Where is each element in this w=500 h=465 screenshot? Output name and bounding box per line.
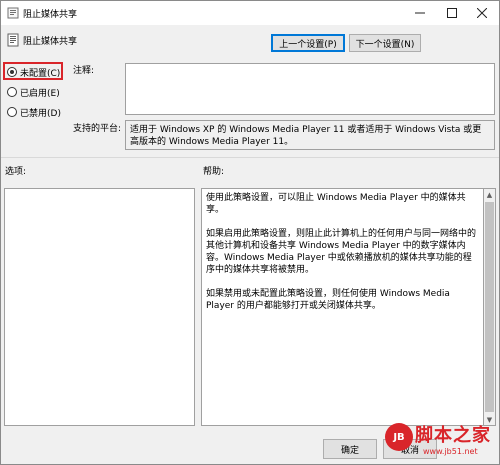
scroll-thumb[interactable] xyxy=(485,202,494,412)
minimize-icon xyxy=(415,12,425,14)
policy-setting-icon xyxy=(7,7,19,19)
maximize-icon xyxy=(447,8,457,18)
close-icon xyxy=(477,8,487,18)
radio-not-configured[interactable]: 未配置(C) xyxy=(7,65,60,79)
site-watermark: JB 脚本之家 www.jb51.net xyxy=(385,419,499,463)
help-pane[interactable]: 使用此策略设置，可以阻止 Windows Media Player 中的媒体共享… xyxy=(201,188,484,426)
comment-label: 注释: xyxy=(73,66,95,76)
watermark-logo: JB xyxy=(385,423,413,451)
maximize-button[interactable] xyxy=(437,1,467,25)
title-bar[interactable]: 阻止媒体共享 xyxy=(1,1,499,25)
help-paragraph: 如果禁用或未配置此策略设置，则任何使用 Windows Media Player… xyxy=(206,289,450,311)
help-paragraph: 使用此策略设置，可以阻止 Windows Media Player 中的媒体共享… xyxy=(206,193,466,215)
options-label: 选项: xyxy=(5,167,27,177)
radio-button[interactable] xyxy=(7,107,17,117)
policy-dialog: 阻止媒体共享 阻止媒体共享 上一个设置(P) 下一个设置(N) 未配置(C) 已… xyxy=(0,0,500,465)
help-scrollbar[interactable]: ▲ ▼ xyxy=(484,188,496,426)
window-title: 阻止媒体共享 xyxy=(23,10,78,20)
radio-label: 已启用(E) xyxy=(20,88,60,99)
comment-textarea[interactable] xyxy=(125,63,495,115)
radio-disabled[interactable]: 已禁用(D) xyxy=(7,105,61,119)
help-paragraph: 如果启用此策略设置，则阻止此计算机上的任何用户与同一网络中的其他计算机和设备共享… xyxy=(206,229,477,275)
options-pane[interactable] xyxy=(4,188,195,426)
radio-enabled[interactable]: 已启用(E) xyxy=(7,85,60,99)
previous-setting-button[interactable]: 上一个设置(P) xyxy=(271,34,345,52)
policy-document-icon xyxy=(7,33,19,47)
radio-button[interactable] xyxy=(7,87,17,97)
supported-platform-label: 支持的平台: xyxy=(73,124,122,134)
minimize-button[interactable] xyxy=(405,1,435,25)
radio-label: 已禁用(D) xyxy=(20,108,61,119)
supported-platform-text: 适用于 Windows XP 的 Windows Media Player 11… xyxy=(125,120,495,150)
watermark-url: www.jb51.net xyxy=(423,447,478,456)
policy-title: 阻止媒体共享 xyxy=(23,37,78,47)
help-label: 帮助: xyxy=(203,167,225,177)
ok-button[interactable]: 确定 xyxy=(323,439,377,459)
watermark-text: 脚本之家 xyxy=(415,425,491,446)
radio-button-checked[interactable] xyxy=(7,67,17,77)
next-setting-button[interactable]: 下一个设置(N) xyxy=(349,34,421,52)
scroll-up-icon[interactable]: ▲ xyxy=(484,189,495,201)
radio-label: 未配置(C) xyxy=(20,68,61,79)
divider xyxy=(1,157,499,158)
close-button[interactable] xyxy=(467,1,497,25)
